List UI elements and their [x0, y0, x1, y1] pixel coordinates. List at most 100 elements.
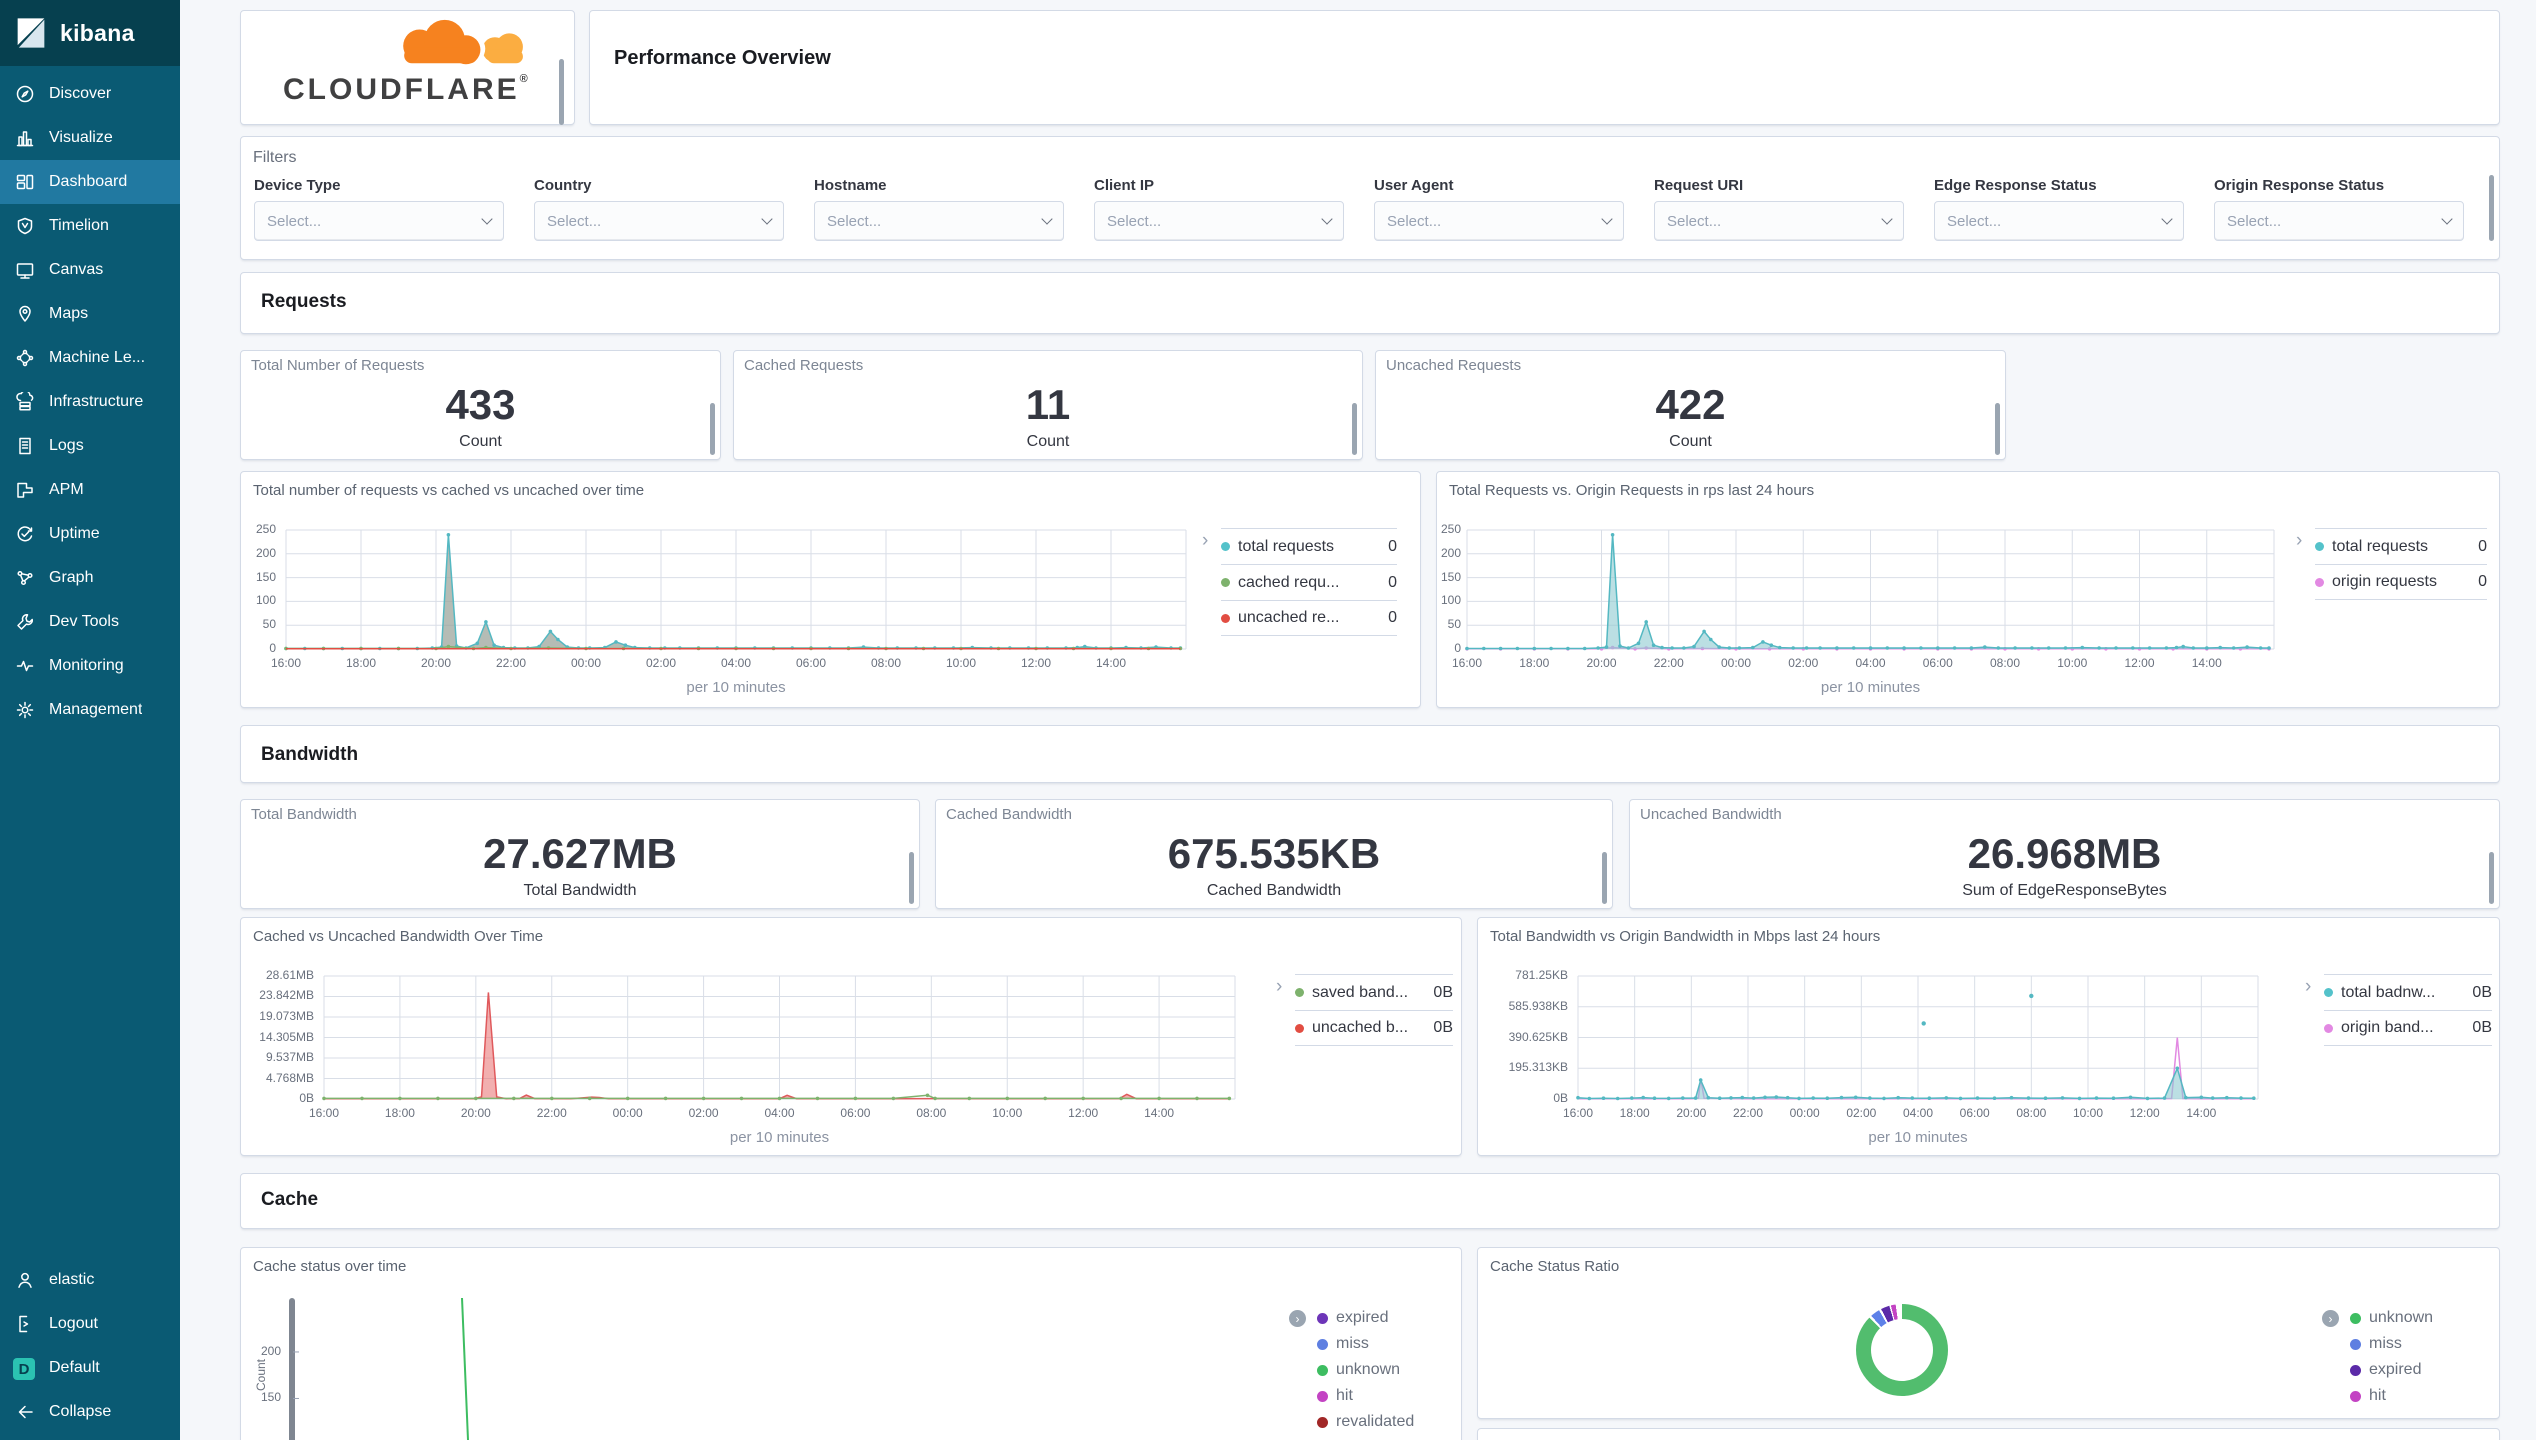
legend-item[interactable]: saved band... 0B [1295, 974, 1453, 1010]
legend-dot [1317, 1416, 1328, 1428]
y-axis-tick-label: 23.842MB [259, 988, 314, 1003]
wrench-icon [15, 612, 35, 632]
metric-title: Cached Requests [744, 357, 864, 374]
sidebar-item-collapse[interactable]: Collapse [0, 1390, 180, 1434]
sidebar-item-logs[interactable]: Logs [0, 424, 180, 468]
legend-item[interactable]: total badnw... 0B [2324, 974, 2492, 1010]
sidebar-item-maps[interactable]: Maps [0, 292, 180, 336]
sidebar-item-infrastructure[interactable]: Infrastructure [0, 380, 180, 424]
sidebar-item-machine-learning[interactable]: Machine Le... [0, 336, 180, 380]
y-axis-tick-label: 9.537MB [265, 1049, 314, 1064]
legend-item[interactable]: miss [1317, 1331, 1457, 1357]
cache-status-ratio-donut[interactable] [1856, 1304, 1948, 1396]
sidebar-item-dev-tools[interactable]: Dev Tools [0, 600, 180, 644]
machine-learning-icon [15, 348, 35, 368]
donut-hole [1871, 1319, 1933, 1381]
legend-dot [2350, 1312, 2361, 1324]
x-axis-tick-label: 02:00 [645, 656, 677, 670]
filter-select[interactable]: Select... [1934, 201, 2184, 241]
legend-item[interactable]: hit [2350, 1383, 2490, 1409]
chart-legend: total badnw... 0B origin band... 0B [2324, 974, 2492, 1046]
filter-select[interactable]: Select... [254, 201, 504, 241]
legend-item[interactable]: total requests 0 [1221, 528, 1397, 564]
sidebar-item-logout[interactable]: Logout [0, 1302, 180, 1346]
sidebar-item-default-space[interactable]: D Default [0, 1346, 180, 1390]
scrollbar-thumb[interactable] [909, 852, 914, 904]
filter-select[interactable]: Select... [2214, 201, 2464, 241]
chart-legend: total requests 0 origin requests 0 [2315, 528, 2487, 600]
y-axis-tick-label: 200 [1440, 545, 1461, 560]
scrollbar-thumb[interactable] [1352, 403, 1357, 455]
x-axis-tick-label: 16:00 [1562, 1106, 1594, 1120]
scrollbar-thumb[interactable] [1995, 403, 2000, 455]
legend-item[interactable]: expired [2350, 1357, 2490, 1383]
x-axis-tick-label: 20:00 [1586, 656, 1617, 670]
filter-country: Country Select... [534, 177, 784, 241]
cached-vs-uncached-bandwidth-chart[interactable]: 0B 4.768MB 9.537MB 14.305MB 19.073MB 23.842MB… [241, 918, 1461, 1155]
legend-item[interactable]: cached requ... 0 [1221, 564, 1397, 600]
scrollbar-thumb[interactable] [2489, 175, 2494, 241]
legend-dot [1295, 988, 1304, 997]
legend-item[interactable]: revalidated [1317, 1409, 1457, 1435]
scrollbar-thumb[interactable] [2489, 852, 2494, 904]
sidebar-item-discover[interactable]: Discover [0, 72, 180, 116]
chevron-down-icon [1041, 213, 1053, 225]
scrollbar-thumb[interactable] [1602, 852, 1607, 904]
filter-select[interactable]: Select... [534, 201, 784, 241]
scrollbar-thumb[interactable] [710, 403, 715, 455]
sidebar-item-uptime[interactable]: Uptime [0, 512, 180, 556]
metric-unit: Count [1026, 433, 1070, 450]
x-axis-tick-label: 04:00 [720, 656, 752, 670]
legend-item[interactable]: unknown [2350, 1305, 2490, 1331]
sidebar-item-monitoring[interactable]: Monitoring [0, 644, 180, 688]
legend-collapse-icon[interactable]: › [1276, 976, 1282, 998]
filter-select[interactable]: Select... [1094, 201, 1344, 241]
legend-item[interactable]: origin requests 0 [2315, 564, 2487, 600]
bar-chart-icon [15, 128, 35, 148]
panel-metric-cached-bandwidth: Cached Bandwidth 675.535KB Cached Bandwi… [935, 799, 1613, 909]
chart-title: Cache Status Ratio [1490, 1258, 1620, 1275]
sidebar-item-apm[interactable]: APM [0, 468, 180, 512]
x-axis-tick-label: 12:00 [1068, 1106, 1099, 1120]
legend-collapse-icon[interactable]: › [2296, 530, 2302, 552]
scrollbar-thumb[interactable] [559, 59, 564, 125]
filter-select[interactable]: Select... [1654, 201, 1904, 241]
sidebar-item-dashboard[interactable]: Dashboard [0, 160, 180, 204]
legend-expand-icon[interactable]: › [1289, 1310, 1306, 1327]
legend-dot [1317, 1312, 1328, 1324]
sidebar-item-canvas[interactable]: Canvas [0, 248, 180, 292]
legend-label: miss [2369, 1335, 2402, 1352]
panel-cached-vs-uncached-bandwidth-chart: Cached vs Uncached Bandwidth Over Time 0… [240, 917, 1462, 1156]
sidebar-item-management[interactable]: Management [0, 688, 180, 732]
legend-item[interactable]: uncached re... 0 [1221, 600, 1397, 636]
legend-label: expired [2369, 1361, 2422, 1378]
legend-collapse-icon[interactable]: › [1202, 530, 1208, 552]
legend-item[interactable]: miss [2350, 1331, 2490, 1357]
y-axis-tick-label: 28.61MB [265, 968, 314, 982]
sidebar-item-visualize[interactable]: Visualize [0, 116, 180, 160]
cache-status-over-time-chart[interactable]: 200 150 [241, 1248, 1461, 1440]
sidebar-item-timelion[interactable]: Timelion [0, 204, 180, 248]
legend-item[interactable]: uncached b... 0B [1295, 1010, 1453, 1046]
legend-item[interactable]: origin band... 0B [2324, 1010, 2492, 1046]
legend-label: uncached re... [1238, 609, 1340, 626]
kibana-logo[interactable]: kibana [0, 0, 180, 66]
chevron-down-icon [2441, 213, 2453, 225]
metric-unit: Count [459, 433, 502, 450]
sidebar-item-elastic[interactable]: elastic [0, 1258, 180, 1302]
filter-select[interactable]: Select... [1374, 201, 1624, 241]
y-axis-tick-label: 585.938KB [1508, 998, 1568, 1013]
legend-dot [1317, 1364, 1328, 1376]
filter-label: User Agent [1374, 177, 1454, 194]
legend-item[interactable]: unknown [1317, 1357, 1457, 1383]
filter-select[interactable]: Select... [814, 201, 1064, 241]
metric-unit: Total Bandwidth [523, 882, 637, 899]
sidebar-item-graph[interactable]: Graph [0, 556, 180, 600]
legend-collapse-icon[interactable]: › [2305, 976, 2311, 998]
x-axis-tick-label: 16:00 [270, 656, 302, 670]
x-axis-tick-label: 04:00 [764, 1106, 795, 1120]
legend-expand-icon[interactable]: › [2322, 1310, 2339, 1327]
legend-item[interactable]: total requests 0 [2315, 528, 2487, 564]
legend-item[interactable]: hit [1317, 1383, 1457, 1409]
legend-item[interactable]: expired [1317, 1305, 1457, 1331]
